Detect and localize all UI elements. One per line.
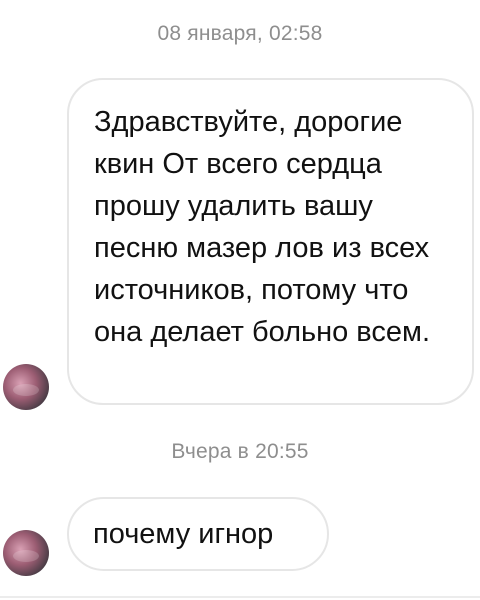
message-text: Здравствуйте, дорогие квин От всего серд…	[94, 106, 431, 348]
message-bubble[interactable]: почему игнор	[67, 497, 329, 571]
message-bubble[interactable]: Здравствуйте, дорогие квин От всего серд…	[67, 78, 474, 405]
sender-avatar[interactable]	[3, 364, 49, 410]
sender-avatar[interactable]	[3, 530, 49, 576]
message-text: почему игнор	[93, 518, 274, 550]
divider	[0, 596, 480, 598]
message-timestamp: 08 января, 02:58	[157, 22, 323, 45]
message-timestamp: Вчера в 20:55	[171, 440, 309, 463]
